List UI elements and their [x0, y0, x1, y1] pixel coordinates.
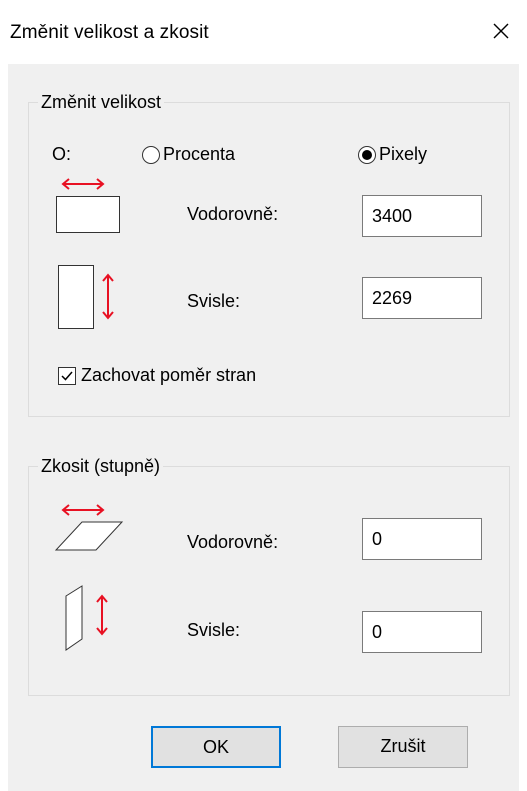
resize-by-label: O: [52, 144, 72, 164]
resize-horizontal-input[interactable]: 3400 [362, 195, 482, 237]
cancel-button[interactable]: Zrušit [338, 726, 468, 768]
skew-vertical-icon [65, 585, 108, 651]
window-title: Změnit velikost a zkosit [10, 22, 209, 43]
keep-ratio-label[interactable]: Zachovat poměr stran [81, 365, 256, 386]
checkmark-icon [61, 371, 73, 381]
pixels-radio[interactable] [358, 146, 376, 164]
pixels-radio-dot [362, 150, 372, 160]
resize-group-label: Změnit velikost [38, 92, 165, 113]
resize-vertical-label: Svisle: [187, 291, 241, 311]
skew-group [28, 466, 510, 696]
resize-vertical-input[interactable]: 2269 [362, 277, 482, 319]
skew-horizontal-label: Vodorovně: [187, 532, 279, 552]
close-icon[interactable] [486, 16, 516, 46]
resize-horizontal-icon [56, 178, 120, 233]
skew-group-label: Zkosit (stupně) [38, 456, 164, 477]
keep-ratio-checkbox[interactable] [58, 367, 76, 385]
dialog-panel: Změnit velikost O: Procenta Pixely Vodor… [8, 64, 519, 791]
skew-horizontal-input[interactable]: 0 [362, 518, 482, 560]
skew-vertical-input[interactable]: 0 [362, 611, 482, 653]
skew-horizontal-icon [54, 504, 124, 551]
resize-horizontal-label: Vodorovně: [187, 204, 279, 224]
skew-vertical-label: Svisle: [187, 620, 241, 640]
pixels-radio-label[interactable]: Pixely [379, 144, 427, 165]
ok-button[interactable]: OK [151, 726, 281, 768]
percent-radio-label[interactable]: Procenta [163, 144, 235, 165]
resize-vertical-icon [58, 265, 114, 329]
percent-radio[interactable] [142, 146, 160, 164]
